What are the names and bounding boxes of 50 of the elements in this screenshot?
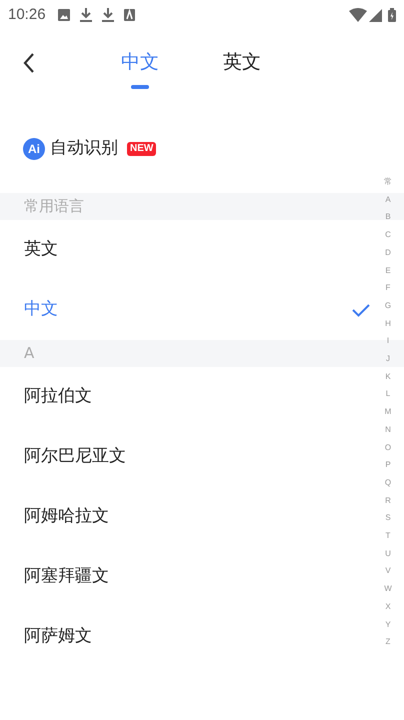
language-option[interactable]: 阿尔巴尼亚文 [24,444,126,470]
ai-icon: Ai [23,138,45,160]
index-letter[interactable]: Z [386,633,390,651]
download-icon [80,8,92,22]
section-header: A [24,343,34,364]
language-option[interactable]: 阿萨姆文 [24,624,92,650]
index-letter[interactable]: Y [385,616,391,634]
section-header: 常用语言 [24,196,84,218]
index-letter[interactable]: M [384,403,392,421]
index-letter[interactable]: F [386,279,390,297]
status-time: 10:26 [8,4,46,25]
index-letter[interactable]: V [385,562,391,580]
battery-icon [388,8,396,22]
app-icon [124,9,135,21]
index-letter[interactable]: A [385,190,391,208]
auto-detect-option[interactable]: 自动识别 [50,136,118,162]
new-badge: NEW [127,142,156,156]
language-tab[interactable]: 英文 [223,42,261,88]
language-option[interactable]: 阿姆哈拉文 [24,504,109,530]
index-letter[interactable]: H [385,314,391,332]
language-option[interactable]: 阿拉伯文 [24,384,92,410]
wifi-icon [349,8,367,22]
image-icon [58,9,70,21]
index-letter[interactable]: U [385,544,391,562]
index-letter[interactable]: J [386,350,390,368]
index-letter[interactable]: P [385,456,391,474]
language-tab[interactable]: 中文 [121,42,159,88]
index-letter[interactable]: G [384,296,392,315]
index-letter[interactable]: 常 [384,173,392,191]
index-letter[interactable]: W [384,580,392,598]
signal-icon [369,8,382,22]
check-icon [352,304,370,316]
index-letter[interactable]: R [385,492,391,510]
index-letter[interactable]: S [385,509,391,528]
language-option[interactable]: 阿塞拜疆文 [24,564,109,590]
index-letter[interactable]: C [385,226,391,244]
index-letter[interactable]: X [385,598,391,616]
back-icon [23,52,35,74]
index-letter[interactable]: Q [384,474,392,492]
index-letter[interactable]: B [385,208,391,226]
index-letter[interactable]: D [385,244,391,262]
index-letter[interactable]: E [385,262,391,280]
index-letter[interactable]: O [384,438,392,456]
language-option[interactable]: 英文 [24,237,58,263]
language-option[interactable]: 中文 [24,297,58,323]
download-icon [102,8,114,22]
index-letter[interactable]: L [386,385,390,404]
index-letter[interactable]: T [386,527,390,545]
index-letter[interactable]: N [385,420,391,439]
index-letter[interactable]: K [385,368,391,386]
